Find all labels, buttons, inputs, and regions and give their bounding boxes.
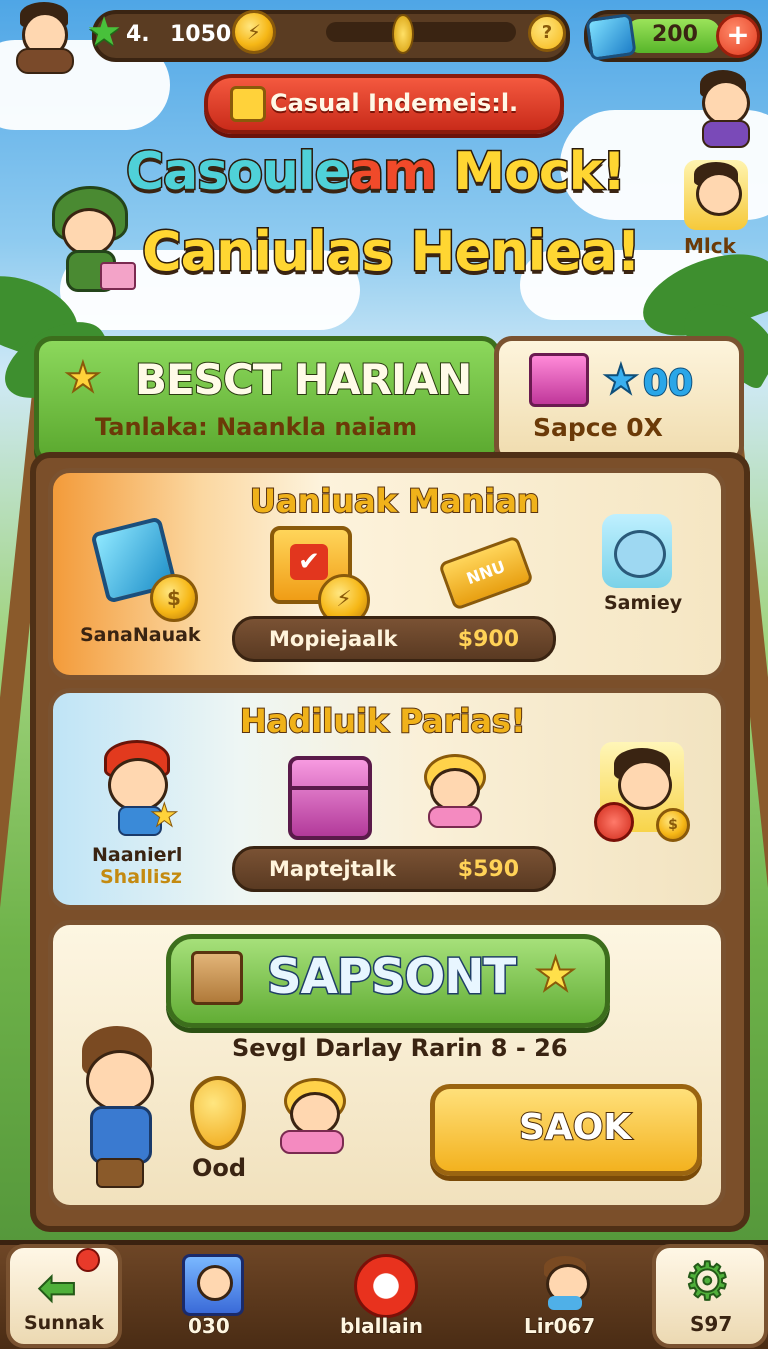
girl-character-icon	[414, 752, 490, 828]
coin-icon: $	[656, 808, 690, 842]
boy-character-icon: ★	[98, 738, 182, 836]
offer-1-price-button[interactable]: Mopiejaalk $900	[232, 616, 556, 662]
add-gems-button[interactable]: +	[716, 14, 760, 58]
record-icon	[354, 1254, 418, 1318]
event-reward-label: Ood	[192, 1154, 247, 1182]
profile-icon	[182, 1254, 244, 1316]
nav-settings-label: S97	[690, 1312, 733, 1336]
score-value: 1050	[170, 22, 232, 47]
star-icon: ★	[602, 356, 640, 404]
daily-reward-value: 00	[642, 362, 694, 405]
gem-bar: 200 +	[584, 10, 762, 62]
offer-1-pill-label: Mopiejaalk	[269, 627, 398, 651]
event-banner-label: Casual Indemeis:l.	[270, 89, 519, 117]
nav-back-button[interactable]: ⬅ Sunnak	[6, 1244, 122, 1348]
offer-2-price-button[interactable]: Maptejtalk $590	[232, 846, 556, 892]
girl-character-icon	[270, 1076, 350, 1156]
nav-profile-button[interactable]: 030	[172, 1246, 252, 1340]
friend-icon	[538, 1252, 592, 1310]
nav-play-button[interactable]: blallain	[330, 1246, 440, 1340]
nav-play-label: blallain	[340, 1314, 424, 1339]
nav-friends-button[interactable]: Lir067	[516, 1246, 616, 1340]
coin-icon: ⚡	[232, 10, 276, 54]
friend-label: Mlck	[684, 234, 736, 258]
coin-icon: $	[150, 574, 198, 622]
girl-mascot	[70, 1020, 170, 1190]
player-avatar[interactable]	[8, 0, 78, 74]
arrow-left-icon: ⬅	[37, 1259, 78, 1315]
friend-avatar[interactable]	[688, 70, 758, 148]
daily-quest-subtitle: Tanlaka: Naankla naiam	[95, 413, 418, 441]
chest-icon	[288, 756, 372, 840]
progress-track	[326, 22, 516, 42]
daily-reward-label: Sapce 0X	[533, 413, 663, 442]
level-text: 4.	[126, 22, 150, 47]
daily-reward-panel[interactable]: ★ 00 Sapce 0X	[494, 336, 744, 464]
offer-1-item-right: Samiey	[604, 592, 683, 614]
cat-pet-icon	[602, 514, 672, 588]
mascot-character	[36, 182, 136, 292]
red-coin-icon	[594, 802, 634, 842]
friend-avatar-frame[interactable]	[684, 160, 748, 230]
star-icon: ★	[534, 946, 577, 1002]
gear-icon: ⚙	[683, 1251, 732, 1313]
offer-2-price: $590	[457, 857, 519, 882]
offer-1-title: Uaniuak Manian	[249, 481, 541, 521]
offer-2-item-left-1: Naanierl	[92, 844, 183, 866]
seed-icon	[392, 14, 414, 54]
chest-icon	[529, 353, 589, 407]
help-button[interactable]: ?	[528, 14, 566, 52]
nav-back-label: Sunnak	[24, 1312, 104, 1334]
offer-2-item-left-2: Shallisz	[100, 866, 182, 888]
gem-icon	[585, 13, 637, 61]
event-main-button[interactable]: SAPSONT ★	[166, 934, 610, 1028]
game-title-line-2: Caniulas Heniea!	[141, 219, 643, 285]
event-main-button-label: SAPSONT	[265, 948, 517, 1007]
gem-count: 200	[652, 22, 698, 47]
nav-friends-label: Lir067	[523, 1314, 596, 1339]
daily-quest-panel[interactable]: ★ BESCT HARIAN Tanlaka: Naankla naiam	[34, 336, 500, 464]
offer-2-title: Hadiluik Parias!	[239, 701, 527, 741]
nav-settings-button[interactable]: ⚙ S97	[652, 1244, 768, 1348]
nav-profile-label: 030	[188, 1314, 231, 1339]
offer-1-item-left: SanaNauak	[80, 624, 201, 646]
house-icon	[230, 86, 266, 122]
daily-quest-title: BESCT HARIAN	[134, 354, 473, 405]
star-icon: ★	[86, 9, 122, 55]
event-date-text: Sevgl Darlay Rarin 8 - 26	[232, 1034, 568, 1062]
star-icon: ★	[64, 354, 102, 402]
event-action-label: SAOK	[518, 1106, 632, 1149]
game-title-line-1: Casouleam Mock!	[124, 141, 627, 204]
score-bar: 4. 1050 ?	[92, 10, 570, 62]
offer-2-pill-label: Maptejtalk	[269, 857, 396, 881]
offer-1-price: $900	[457, 627, 519, 652]
apple-icon	[76, 1248, 100, 1272]
event-banner[interactable]: Casual Indemeis:l.	[204, 74, 564, 134]
event-action-button[interactable]: SAOK	[430, 1084, 702, 1176]
crate-icon	[191, 951, 243, 1005]
